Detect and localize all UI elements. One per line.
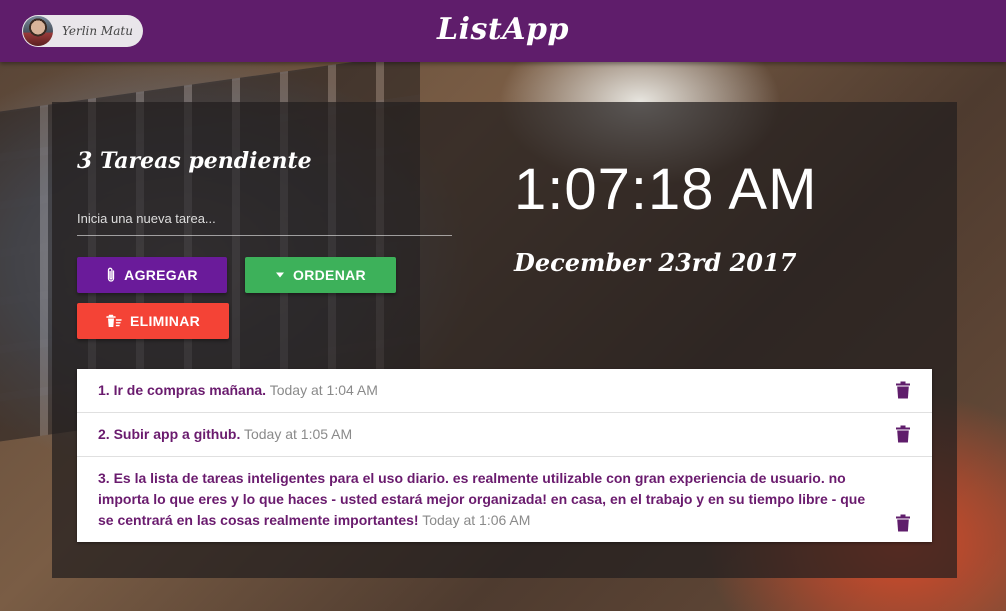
pending-count: 3 Tareas pendiente — [77, 148, 312, 174]
trash-icon[interactable] — [896, 381, 910, 399]
date: December 23rd 2017 — [514, 248, 797, 277]
delete-button-label: ELIMINAR — [129, 313, 201, 329]
caret-down-icon — [275, 272, 285, 278]
task-time: Today at 1:06 AM — [422, 512, 531, 528]
top-bar: Yerlin Matu ListApp — [0, 0, 1006, 62]
new-task-input[interactable] — [77, 202, 452, 236]
app-title: ListApp — [437, 12, 569, 47]
delete-button[interactable]: ELIMINAR — [77, 303, 229, 339]
list-item: 1. Ir de compras mañana. Today at 1:04 A… — [77, 369, 932, 413]
task-text: 2. Subir app a github. — [98, 426, 241, 442]
trash-icon[interactable] — [896, 425, 910, 443]
task-time: Today at 1:04 AM — [269, 382, 378, 398]
order-button[interactable]: ORDENAR — [245, 257, 396, 293]
list-item: 3. Es la lista de tareas inteligentes pa… — [77, 457, 932, 542]
list-item: 2. Subir app a github. Today at 1:05 AM — [77, 413, 932, 457]
task-list: 1. Ir de compras mañana. Today at 1:04 A… — [77, 369, 932, 542]
trash-sweep-icon — [106, 314, 122, 328]
task-text: 1. Ir de compras mañana. — [98, 382, 267, 398]
paperclip-icon — [106, 267, 116, 283]
add-button[interactable]: AGREGAR — [77, 257, 227, 293]
main-panel: 3 Tareas pendiente AGREGAR ORDENAR ELIMI… — [52, 102, 957, 578]
trash-icon[interactable] — [896, 514, 910, 532]
add-button-label: AGREGAR — [124, 267, 198, 283]
order-button-label: ORDENAR — [293, 267, 366, 283]
task-time: Today at 1:05 AM — [243, 426, 353, 442]
clock: 1:07:18 AM — [514, 157, 818, 222]
